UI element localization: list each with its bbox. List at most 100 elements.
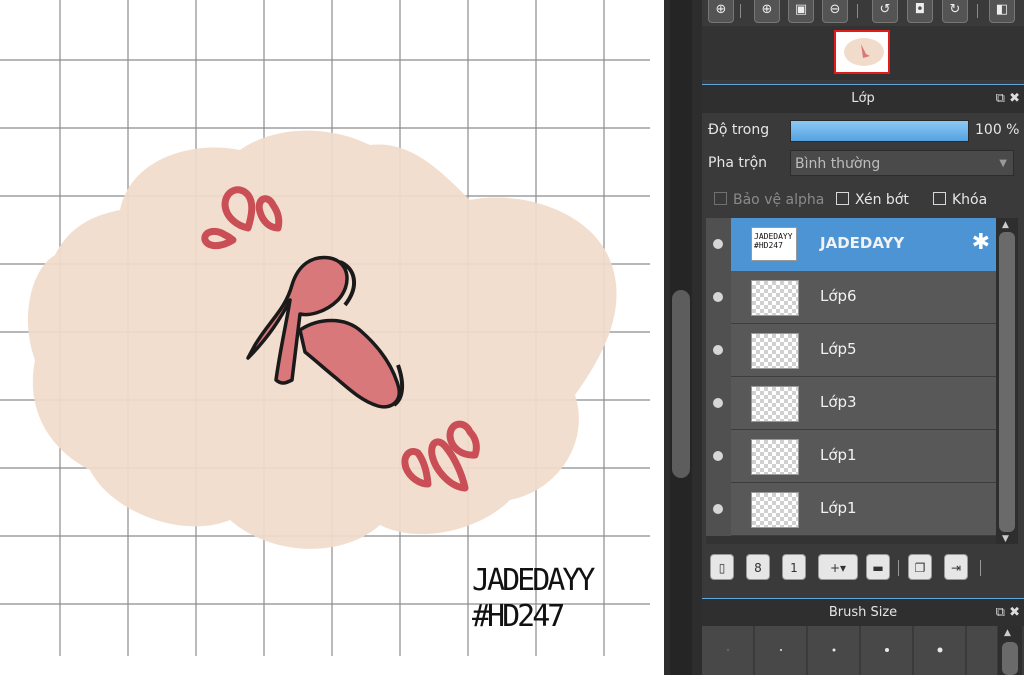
fit-screen-icon[interactable]: ▣ [788, 0, 814, 23]
brush-size-option[interactable] [808, 626, 860, 675]
layer-panel-header: Lớp ⧉ ✖ [702, 84, 1024, 113]
blend-mode-value: Bình thường [795, 156, 881, 172]
detach-panel-icon[interactable]: ⧉ [996, 605, 1005, 620]
brush-size-header: Brush Size ⧉ ✖ [702, 598, 1024, 627]
layer-name: Lớp1 [820, 499, 857, 517]
layer-main[interactable]: Lớp1 [731, 430, 996, 483]
layer-row[interactable]: Lớp6 [706, 271, 996, 324]
canvas-scroll-thumb[interactable] [672, 290, 690, 478]
eye-icon [713, 239, 723, 249]
brush-dot [884, 648, 889, 652]
close-panel-icon[interactable]: ✖ [1009, 91, 1020, 106]
brush-size-option[interactable] [861, 626, 913, 675]
layer-row[interactable]: Lớp5 [706, 324, 996, 377]
layer-row[interactable]: Lớp3 [706, 377, 996, 430]
layer-name: Lớp6 [820, 287, 857, 305]
clipping-checkbox[interactable]: Xén bớt [836, 192, 909, 208]
layer-thumbnail [751, 386, 799, 422]
navigator-panel [702, 26, 1024, 80]
layer-main[interactable]: Lớp6 [731, 271, 996, 324]
brush-dot [727, 649, 728, 651]
brush-dot [779, 649, 782, 651]
close-panel-icon[interactable]: ✖ [1009, 605, 1020, 620]
layer-main[interactable]: Lớp3 [731, 377, 996, 430]
eye-icon [713, 345, 723, 355]
layer-thumbnail [751, 492, 799, 528]
layer-list-scroll-thumb[interactable] [999, 232, 1015, 532]
checkbox-box [836, 192, 849, 205]
eye-icon [713, 398, 723, 408]
flip-horizontal-icon[interactable]: ◧ [989, 0, 1015, 23]
scroll-up-icon[interactable]: ▲ [1002, 220, 1009, 230]
drawing-canvas[interactable]: JADEDAYY #HD247 [0, 0, 664, 675]
layer-panel-title: Lớp [851, 91, 875, 106]
layer-name: Lớp5 [820, 340, 857, 358]
visibility-toggle[interactable] [706, 377, 731, 430]
duplicate-layer-icon[interactable]: ❐ [908, 554, 932, 580]
brush-size-option[interactable] [914, 626, 966, 675]
navigator-thumbnail[interactable] [834, 30, 890, 74]
brush-size-grid [702, 626, 1024, 675]
eye-icon [713, 292, 723, 302]
merge-layer-icon[interactable]: ⇥ [944, 554, 968, 580]
visibility-toggle[interactable] [706, 271, 731, 324]
scroll-down-icon[interactable]: ▼ [1002, 534, 1009, 544]
brush-size-scrollbar[interactable]: ▲ [998, 626, 1022, 675]
blend-label: Pha trộn [708, 155, 768, 171]
canvas-artwork: JADEDAYY #HD247 [0, 0, 650, 656]
signature-line1: JADEDAYY [472, 563, 595, 598]
new-8bit-layer-icon[interactable]: 8 [746, 554, 770, 580]
rotate-right-icon[interactable]: ↻ [942, 0, 968, 23]
layer-row[interactable]: Lớp1 [706, 483, 996, 536]
layer-thumbnail [751, 280, 799, 316]
eye-icon [713, 451, 723, 461]
lock-label: Khóa [952, 192, 988, 208]
layer-thumbnail-text: JADEDAYY #HD247 [754, 232, 793, 250]
layer-row[interactable]: Lớp1 [706, 430, 996, 483]
toolbar-separator [857, 4, 858, 18]
blend-mode-select[interactable]: Bình thường ▼ [790, 150, 1014, 176]
new-1bit-layer-icon[interactable]: 1 [782, 554, 806, 580]
detach-panel-icon[interactable]: ⧉ [996, 91, 1005, 106]
toolbar-separator [977, 4, 978, 18]
gear-icon[interactable]: ✱ [972, 230, 990, 255]
opacity-label: Độ trong [708, 122, 770, 138]
visibility-toggle[interactable] [706, 324, 731, 377]
brush-scroll-thumb[interactable] [1002, 642, 1018, 675]
chevron-down-icon: ▼ [999, 158, 1007, 169]
toolbar-separator [980, 560, 981, 576]
rotate-left-icon[interactable]: ↺ [872, 0, 898, 23]
brush-size-option[interactable] [967, 626, 998, 675]
add-layer-dropdown-icon[interactable]: +▾ [818, 554, 858, 580]
eye-icon [713, 504, 723, 514]
lock-checkbox[interactable]: Khóa [933, 192, 987, 208]
layer-thumbnail: JADEDAYY #HD247 [751, 227, 797, 261]
layer-thumbnail [751, 333, 799, 369]
new-layer-icon[interactable]: ▯ [710, 554, 734, 580]
zoom-reset-icon[interactable]: ⊕ [708, 0, 734, 23]
visibility-toggle[interactable] [706, 483, 731, 536]
brush-size-option[interactable] [702, 626, 754, 675]
opacity-slider[interactable] [790, 120, 969, 142]
fit-page-icon[interactable]: ◘ [907, 0, 933, 23]
brush-dot [832, 648, 835, 652]
navigator-preview [844, 38, 884, 66]
protect-alpha-checkbox[interactable]: Bảo vệ alpha [714, 192, 824, 208]
visibility-toggle[interactable] [706, 218, 731, 271]
scroll-up-icon[interactable]: ▲ [1004, 628, 1011, 638]
visibility-toggle[interactable] [706, 430, 731, 483]
protect-alpha-label: Bảo vệ alpha [733, 192, 825, 208]
layer-main[interactable]: JADEDAYY #HD247 JADEDAYY ✱ [731, 218, 996, 271]
layer-row[interactable]: JADEDAYY #HD247 JADEDAYY ✱ [706, 218, 996, 271]
zoom-out-icon[interactable]: ⊖ [822, 0, 848, 23]
right-panel: ⊕ ⊕ ▣ ⊖ ↺ ◘ ↻ ◧ Lớp ⧉ ✖ Độ trong 100 % P… [702, 0, 1024, 675]
layer-main[interactable]: Lớp5 [731, 324, 996, 377]
layer-main[interactable]: Lớp1 [731, 483, 996, 536]
layer-name: Lớp1 [820, 446, 857, 464]
toolbar-separator [898, 560, 899, 576]
new-folder-icon[interactable]: ▬ [866, 554, 890, 580]
brush-size-option[interactable] [755, 626, 807, 675]
brush-dot [937, 647, 942, 653]
toolbar-separator [740, 4, 741, 18]
zoom-in-icon[interactable]: ⊕ [754, 0, 780, 23]
